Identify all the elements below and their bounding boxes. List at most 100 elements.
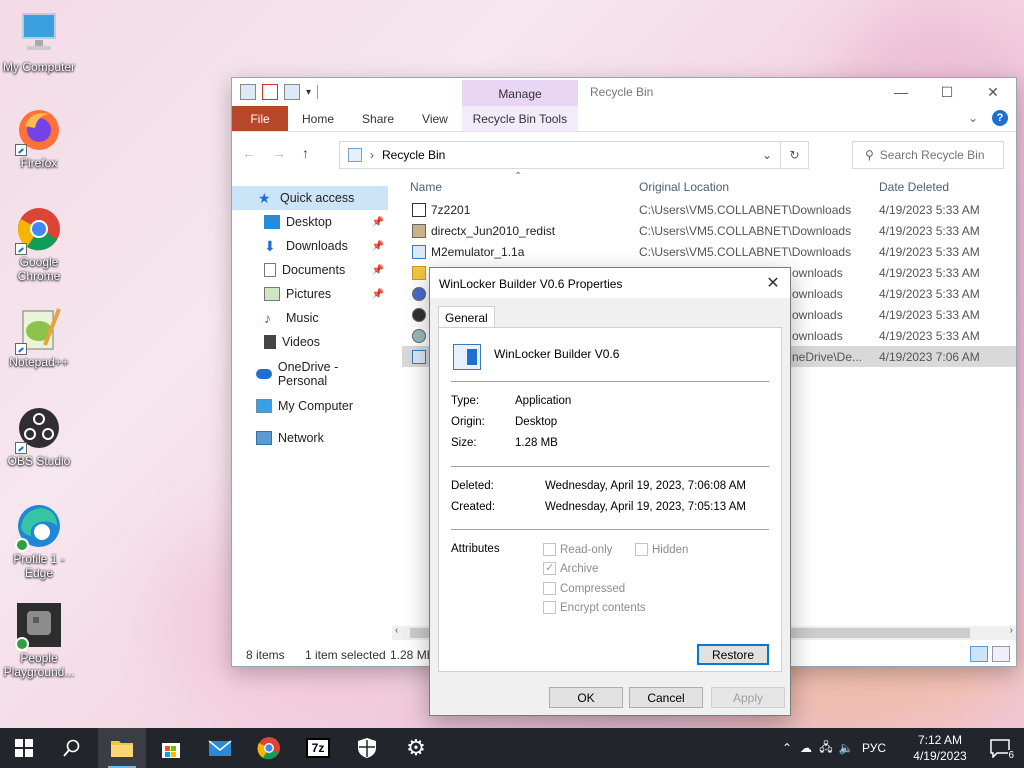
help-icon[interactable]: ?: [992, 110, 1008, 126]
store-icon: [162, 743, 180, 758]
desktop-icon-chrome[interactable]: Google Chrome: [0, 205, 78, 283]
deleted-value: Wednesday, April 19, 2023, 7:06:08 AM: [545, 480, 746, 492]
desktop-icon-edge[interactable]: Profile 1 - Edge: [0, 502, 78, 580]
document-icon: [264, 263, 276, 277]
nav-item-onedrive[interactable]: OneDrive - Personal: [232, 360, 390, 388]
chevron-right-icon[interactable]: ›: [370, 148, 374, 162]
search-button[interactable]: [48, 728, 96, 768]
star-icon: ★: [258, 190, 271, 206]
attributes-label: Attributes: [451, 543, 500, 555]
nav-item-quick-access[interactable]: ★ Quick access: [232, 186, 388, 210]
tab-general[interactable]: General: [438, 306, 495, 328]
desktop-icon-label: Notepad++: [9, 355, 69, 369]
search-input[interactable]: [879, 148, 990, 162]
nav-item-music[interactable]: ♪ Music: [232, 306, 390, 330]
type-value: Application: [515, 395, 572, 407]
file-row[interactable]: directx_Jun2010_redist C:\Users\VM5.COLL…: [402, 220, 1016, 241]
desktop-icon-people-playground[interactable]: People Playground...: [0, 601, 78, 679]
chevron-down-icon[interactable]: ▾: [306, 87, 311, 98]
maximize-button[interactable]: ☐: [924, 78, 970, 106]
taskbar-clock[interactable]: 7:12 AM 4/19/2023: [908, 732, 972, 764]
forward-arrow-icon[interactable]: →: [272, 145, 286, 161]
close-button[interactable]: ✕: [970, 78, 1016, 106]
volume-icon[interactable]: 🔈: [836, 741, 856, 755]
nav-item-downloads[interactable]: ⬇ Downloads 📌: [232, 234, 390, 258]
desktop-icon-label: OBS Studio: [7, 454, 71, 468]
taskbar-store[interactable]: [147, 728, 195, 768]
tab-share[interactable]: Share: [348, 106, 408, 131]
taskbar-7zip[interactable]: 7z: [294, 728, 342, 768]
nav-item-pictures[interactable]: Pictures 📌: [232, 282, 390, 306]
cancel-button[interactable]: Cancel: [629, 687, 703, 708]
desktop-icon-firefox[interactable]: Firefox: [0, 106, 78, 170]
size-value: 1.28 MB: [515, 437, 558, 449]
type-label: Type:: [451, 395, 480, 407]
tab-recycle-bin-tools[interactable]: Recycle Bin Tools: [461, 106, 578, 131]
file-row[interactable]: M2emulator_1.1a C:\Users\VM5.COLLABNET\D…: [402, 241, 1016, 262]
file-row[interactable]: 7z2201 C:\Users\VM5.COLLABNET\Downloads …: [402, 199, 1016, 220]
restore-button[interactable]: Restore: [697, 644, 769, 665]
tab-file[interactable]: File: [232, 106, 288, 131]
refresh-button[interactable]: ↻: [780, 142, 808, 168]
taskbar-settings[interactable]: ⚙: [392, 728, 440, 768]
nav-item-documents[interactable]: Documents 📌: [232, 258, 390, 282]
search-field[interactable]: ⚲: [852, 141, 1004, 169]
notification-center-button[interactable]: 6: [976, 728, 1024, 768]
pin-icon[interactable]: 📌: [372, 265, 384, 276]
tab-view[interactable]: View: [408, 106, 462, 131]
checkbox-label: Compressed: [560, 582, 626, 595]
nav-item-desktop[interactable]: Desktop 📌: [232, 210, 390, 234]
pin-icon[interactable]: 📌: [372, 289, 384, 300]
nav-item-my-computer[interactable]: My Computer: [232, 394, 390, 418]
desktop-icon-notepadpp[interactable]: Notepad++: [0, 305, 78, 369]
column-header-date-deleted[interactable]: Date Deleted: [879, 180, 949, 194]
picture-icon: [264, 287, 280, 301]
scroll-left-icon[interactable]: ‹: [395, 625, 398, 636]
new-folder-icon[interactable]: [284, 84, 300, 100]
nav-item-label: Music: [286, 311, 319, 325]
minimize-button[interactable]: —: [878, 78, 924, 106]
notepadpp-icon: [15, 305, 63, 355]
chevron-down-icon[interactable]: ⌄: [762, 148, 772, 162]
address-bar[interactable]: › Recycle Bin ⌄ ↻: [339, 141, 809, 169]
properties-icon[interactable]: [262, 84, 278, 100]
expand-ribbon-icon[interactable]: ⌄: [968, 111, 978, 125]
application-icon: [453, 344, 481, 370]
chevron-up-icon[interactable]: ⌃: [778, 741, 796, 755]
nav-item-network[interactable]: Network: [232, 426, 390, 450]
up-arrow-icon[interactable]: ↑: [302, 145, 309, 161]
taskbar-security[interactable]: [343, 728, 391, 768]
onedrive-cloud-icon[interactable]: ☁: [796, 741, 816, 755]
language-indicator[interactable]: РУС: [862, 741, 886, 755]
file-date: 4/19/2023 5:33 AM: [879, 308, 980, 322]
application-file-icon: [412, 245, 426, 259]
start-button[interactable]: [0, 728, 48, 768]
column-header-name[interactable]: Name: [410, 180, 442, 194]
divider: [451, 466, 769, 467]
breadcrumb: › Recycle Bin: [348, 148, 445, 162]
large-icons-view-icon[interactable]: [992, 646, 1010, 662]
file-name: M2emulator_1.1a: [431, 245, 525, 259]
column-header-original-location[interactable]: Original Location: [639, 180, 729, 194]
taskbar-file-explorer[interactable]: [98, 728, 146, 768]
nav-item-videos[interactable]: Videos: [232, 330, 390, 354]
clock-time: 7:12 AM: [917, 733, 963, 747]
close-button[interactable]: ✕: [756, 268, 790, 298]
taskbar-chrome[interactable]: [245, 728, 293, 768]
item-name: WinLocker Builder V0.6: [494, 347, 620, 361]
ok-button[interactable]: OK: [549, 687, 623, 708]
taskbar-mail[interactable]: [196, 728, 244, 768]
tab-home[interactable]: Home: [288, 106, 348, 131]
nav-item-label: OneDrive - Personal: [277, 360, 339, 388]
pin-icon[interactable]: 📌: [372, 241, 384, 252]
back-arrow-icon[interactable]: ←: [242, 145, 256, 161]
desktop-icon-my-computer[interactable]: My Computer: [0, 10, 78, 74]
checkbox-label: Hidden: [652, 543, 689, 556]
desktop-icon-obs[interactable]: OBS Studio: [0, 404, 78, 468]
contextual-tab-group: Manage: [462, 80, 578, 108]
breadcrumb-item[interactable]: Recycle Bin: [382, 148, 445, 162]
pin-icon[interactable]: 📌: [372, 217, 384, 228]
details-view-icon[interactable]: [970, 646, 988, 662]
scroll-right-icon[interactable]: ›: [1010, 625, 1013, 636]
network-icon[interactable]: 🖧: [816, 738, 836, 759]
